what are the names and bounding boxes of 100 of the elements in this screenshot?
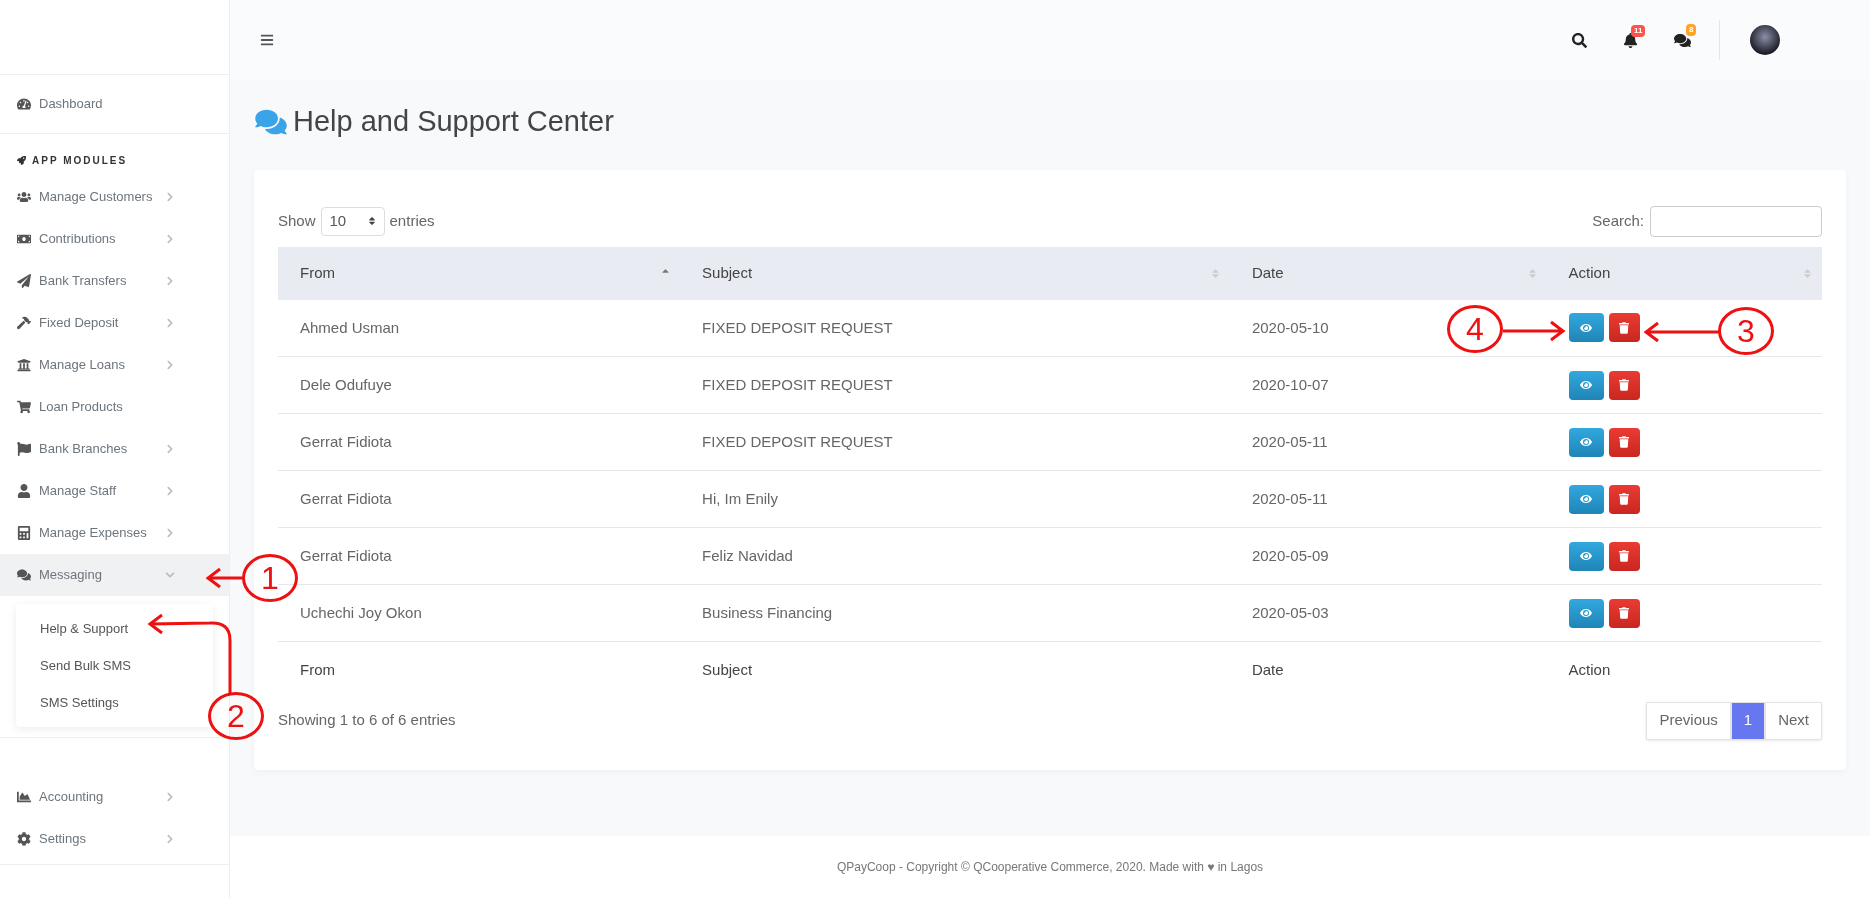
sidebar-item[interactable]: Manage Loans bbox=[0, 344, 229, 386]
delete-button[interactable] bbox=[1608, 427, 1640, 457]
chat-icon bbox=[255, 107, 287, 136]
notification-badge: 11 bbox=[1631, 24, 1646, 37]
trash-icon bbox=[1619, 379, 1630, 391]
chat-icon bbox=[17, 568, 31, 582]
sidebar-item[interactable]: Manage Expenses bbox=[0, 512, 229, 554]
view-button[interactable] bbox=[1568, 484, 1604, 514]
rocket-icon bbox=[17, 155, 26, 165]
annotation-number: 4 bbox=[1447, 305, 1503, 353]
trash-icon bbox=[1619, 493, 1630, 505]
bank-icon bbox=[17, 358, 31, 372]
submenu-item[interactable]: Send Bulk SMS bbox=[16, 647, 213, 684]
bell-icon[interactable] bbox=[1623, 32, 1638, 48]
section-title: APP MODULES bbox=[32, 153, 128, 168]
avatar[interactable] bbox=[1750, 25, 1780, 55]
sidebar-item[interactable]: Dashboard bbox=[0, 83, 229, 125]
view-button[interactable] bbox=[1568, 427, 1604, 457]
eye-icon bbox=[1580, 493, 1593, 505]
view-button[interactable] bbox=[1568, 541, 1604, 571]
chevron-down-icon bbox=[165, 570, 175, 580]
annotation-number: 1 bbox=[242, 554, 298, 602]
menu-icon[interactable] bbox=[260, 33, 274, 47]
column-footer: Date bbox=[1229, 641, 1547, 698]
chevron-right-icon bbox=[165, 486, 175, 496]
annotation-arrow bbox=[1502, 319, 1566, 343]
delete-button[interactable] bbox=[1608, 598, 1640, 628]
flag-icon bbox=[17, 442, 31, 456]
eye-icon bbox=[1580, 550, 1593, 562]
chevron-right-icon bbox=[165, 834, 175, 844]
annotation-number: 3 bbox=[1718, 307, 1774, 355]
show-label: Show bbox=[278, 210, 316, 231]
sidebar-item[interactable]: Settings bbox=[0, 818, 229, 860]
table-cell: Uchechi Joy Okon bbox=[300, 603, 422, 621]
column-header[interactable]: Subject bbox=[680, 246, 1230, 300]
sidebar-item[interactable]: Bank Branches bbox=[0, 428, 229, 470]
view-button[interactable] bbox=[1568, 598, 1604, 628]
table-cell: Gerrat Fidiota bbox=[300, 489, 392, 507]
chevron-right-icon bbox=[165, 192, 175, 202]
pagination-button[interactable]: 1 bbox=[1730, 701, 1766, 740]
annotation-arrow bbox=[206, 566, 244, 590]
column-header[interactable]: From bbox=[278, 246, 681, 300]
pagination-button[interactable]: Previous bbox=[1646, 701, 1731, 740]
column-header[interactable]: Action bbox=[1546, 246, 1822, 300]
sort-icon bbox=[1527, 267, 1537, 279]
delete-button[interactable] bbox=[1608, 484, 1640, 514]
sidebar-item[interactable]: Fixed Deposit bbox=[0, 302, 229, 344]
column-footer: From bbox=[278, 641, 681, 698]
search-field[interactable] bbox=[1650, 205, 1822, 237]
pagination-button[interactable]: Next bbox=[1765, 701, 1822, 740]
cart-icon bbox=[17, 400, 31, 414]
page-size-select[interactable]: 10 bbox=[320, 206, 385, 236]
search-icon[interactable] bbox=[1572, 32, 1587, 48]
chevron-right-icon bbox=[165, 792, 175, 802]
eye-icon bbox=[1580, 436, 1593, 448]
table-cell: 2020-05-11 bbox=[1251, 489, 1328, 507]
column-header[interactable]: Date bbox=[1229, 246, 1547, 300]
gauge-icon bbox=[17, 97, 31, 111]
table-cell: Business Financing bbox=[702, 603, 833, 621]
chart-icon bbox=[17, 790, 31, 804]
table-cell: 2020-05-10 bbox=[1251, 318, 1329, 336]
table-cell: Hi, Im Enily bbox=[702, 489, 778, 507]
submenu-item[interactable]: Help & Support bbox=[16, 610, 213, 647]
column-footer: Action bbox=[1546, 641, 1822, 698]
calculator-icon bbox=[17, 526, 31, 540]
sidebar-item[interactable]: Manage Customers bbox=[0, 176, 229, 218]
sidebar-item[interactable]: Loan Products bbox=[0, 386, 229, 428]
sort-icon bbox=[367, 216, 376, 226]
sidebar-item[interactable]: Messaging bbox=[0, 554, 229, 596]
user-icon bbox=[17, 484, 31, 498]
sidebar-item[interactable]: Contributions bbox=[0, 218, 229, 260]
trash-icon bbox=[1619, 550, 1630, 562]
table-cell: 2020-05-03 bbox=[1251, 603, 1329, 621]
hammer-icon bbox=[17, 316, 31, 330]
chevron-right-icon bbox=[165, 444, 175, 454]
delete-button[interactable] bbox=[1608, 541, 1640, 571]
table-cell: 2020-05-11 bbox=[1251, 432, 1328, 450]
view-button[interactable] bbox=[1568, 370, 1604, 400]
table-cell: 2020-10-07 bbox=[1251, 375, 1329, 393]
search-label: Search: bbox=[1592, 210, 1644, 231]
table-cell: FIXED DEPOSIT REQUEST bbox=[702, 318, 893, 336]
table-cell: Gerrat Fidiota bbox=[300, 432, 392, 450]
sidebar-item[interactable]: Manage Staff bbox=[0, 470, 229, 512]
table-cell: 2020-05-09 bbox=[1251, 546, 1329, 564]
delete-button[interactable] bbox=[1608, 313, 1640, 343]
sidebar-item[interactable]: Accounting bbox=[0, 776, 229, 818]
sidebar-item[interactable]: Bank Transfers bbox=[0, 260, 229, 302]
entries-info: Showing 1 to 6 of 6 entries bbox=[278, 710, 456, 731]
sort-icon bbox=[1803, 267, 1812, 279]
chevron-right-icon bbox=[165, 276, 175, 286]
chat-icon[interactable] bbox=[1674, 31, 1691, 49]
entries-label: entries bbox=[389, 210, 435, 231]
page-title: Help and Support Center bbox=[293, 104, 614, 139]
delete-button[interactable] bbox=[1608, 370, 1640, 400]
paper-plane-icon bbox=[17, 274, 31, 288]
view-button[interactable] bbox=[1568, 313, 1604, 343]
annotation-number: 2 bbox=[208, 692, 264, 740]
column-footer: Subject bbox=[680, 641, 1230, 698]
chevron-right-icon bbox=[165, 318, 175, 328]
eye-icon bbox=[1580, 379, 1593, 391]
